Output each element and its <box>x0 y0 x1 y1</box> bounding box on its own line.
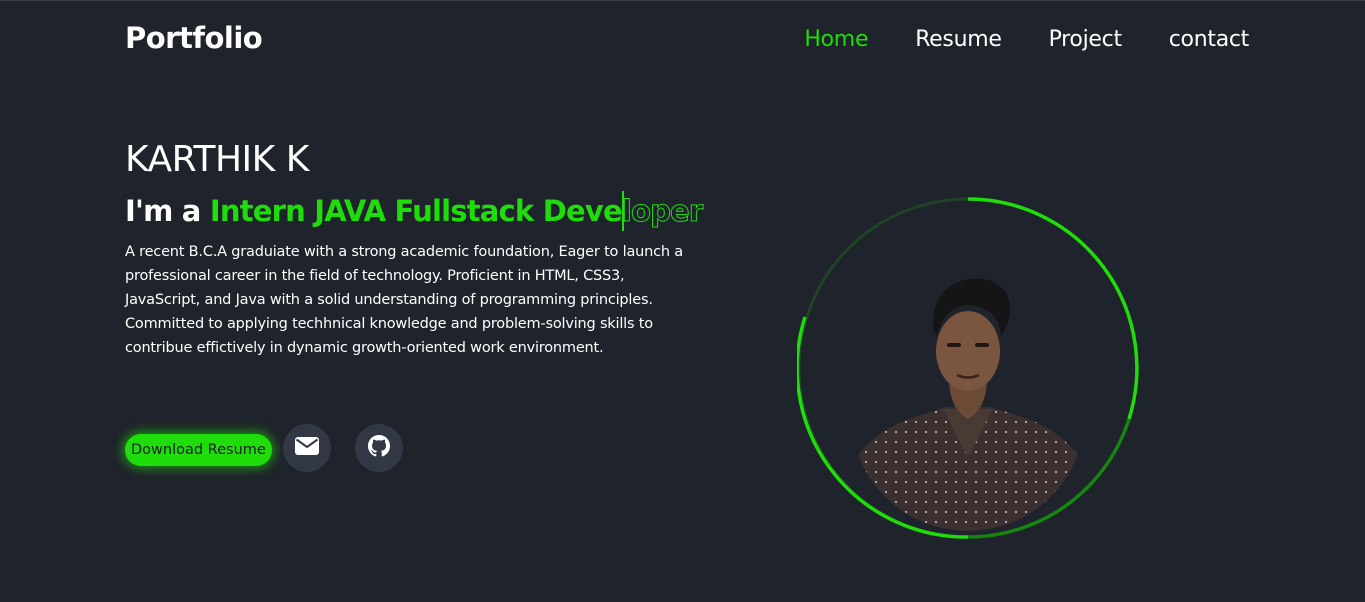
role-typed-text: Intern JAVA Fullstack Deve <box>209 194 623 228</box>
profile-photo <box>851 267 1085 531</box>
nav-contact[interactable]: contact <box>1169 27 1250 52</box>
hero-role: I'm a Intern JAVA Fullstack Developer <box>125 191 704 233</box>
profile-photo-frame <box>797 197 1139 539</box>
github-button[interactable] <box>355 424 403 472</box>
nav-project[interactable]: Project <box>1049 27 1122 52</box>
envelope-icon <box>295 437 319 459</box>
download-resume-button[interactable]: Download Resume <box>125 434 272 466</box>
hero-name: KARTHIK K <box>125 139 309 180</box>
typing-caret <box>621 191 624 231</box>
email-button[interactable] <box>283 424 331 472</box>
nav-resume[interactable]: Resume <box>915 27 1002 52</box>
role-prefix: I'm a <box>125 194 201 228</box>
github-icon <box>368 435 390 461</box>
hero-bio: A recent B.C.A graduiate with a strong a… <box>125 244 683 356</box>
site-logo[interactable]: Portfolio <box>125 21 263 55</box>
role-outline-text: loper <box>621 194 703 229</box>
main-nav: Home Resume Project contact <box>804 27 1249 52</box>
portfolio-page: Portfolio Home Resume Project contact KA… <box>0 0 1365 602</box>
nav-home[interactable]: Home <box>804 27 868 52</box>
